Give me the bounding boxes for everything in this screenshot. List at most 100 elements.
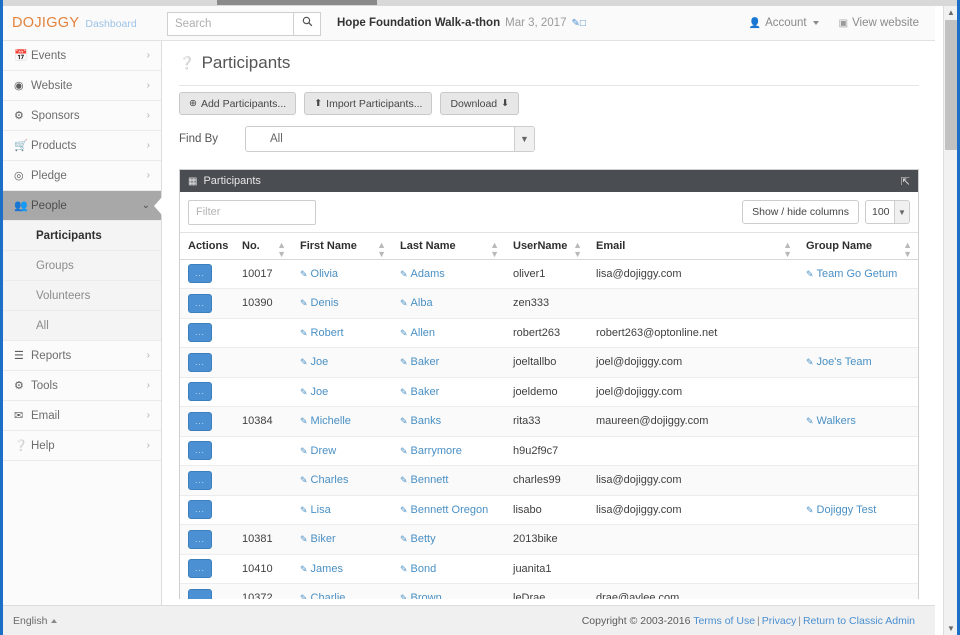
row-actions-button[interactable]: ... [188, 323, 212, 343]
download-button[interactable]: Download ⬇ [440, 92, 520, 115]
column-header-first-name[interactable]: First Name ▲ ▼ [292, 233, 392, 260]
sidebar-subitem-participants[interactable]: Participants [3, 221, 161, 251]
first-name-link[interactable]: ✎ Michelle [300, 415, 351, 427]
group-name-link[interactable]: ✎ Joe's Team [806, 356, 872, 368]
last-name-link[interactable]: ✎ Betty [400, 533, 436, 545]
row-actions-button[interactable]: ... [188, 441, 212, 461]
sort-icon[interactable]: ▲ ▼ [377, 241, 386, 259]
first-name-link[interactable]: ✎ Olivia [300, 268, 338, 280]
sidebar-item-pledge[interactable]: ◎ Pledge › [3, 161, 161, 191]
row-actions-button[interactable]: ... [188, 588, 212, 599]
sort-icon[interactable]: ▲ ▼ [277, 241, 286, 259]
scrollbar-thumb[interactable] [945, 20, 957, 150]
group-name-link[interactable]: ✎ Walkers [806, 415, 856, 427]
browser-tab[interactable] [217, 0, 377, 5]
search-button[interactable] [293, 12, 321, 36]
filter-input[interactable] [188, 199, 316, 225]
first-name-link[interactable]: ✎ Charlie [300, 592, 345, 599]
column-header-last-name[interactable]: Last Name ▲ ▼ [392, 233, 505, 260]
row-actions-button[interactable]: ... [188, 529, 212, 549]
first-name-link[interactable]: ✎ Denis [300, 297, 339, 309]
brand-logo[interactable]: DOJIGGY Dashboard [12, 15, 137, 31]
row-actions-button[interactable]: ... [188, 500, 212, 520]
sidebar-item-events[interactable]: 📅 Events › [3, 41, 161, 71]
row-actions-button[interactable]: ... [188, 411, 212, 431]
first-name-link[interactable]: ✎ Biker [300, 533, 336, 545]
participants-table-scroll[interactable]: Actions No. ▲▼ First Name ▲▼ Last Name [180, 232, 918, 599]
first-name-link[interactable]: ✎ Joe [300, 386, 328, 398]
edit-icon[interactable]: ✎□ [571, 18, 585, 29]
expand-icon[interactable]: ⇱ [901, 175, 910, 188]
table-row[interactable]: ... ✎ Charles ✎ Bennett charles99 lisa@dojiggy… [180, 465, 918, 496]
view-website-link[interactable]: ▣ View website [839, 17, 919, 29]
privacy-link[interactable]: Privacy [762, 615, 796, 627]
row-actions-button[interactable]: ... [188, 293, 212, 313]
page-scrollbar[interactable]: ▲ ▼ [943, 6, 957, 635]
scroll-down-arrow-icon[interactable]: ▼ [944, 622, 958, 635]
find-by-select[interactable]: All [245, 126, 535, 152]
sidebar-item-email[interactable]: ✉ Email › [3, 401, 161, 431]
find-by-dropdown[interactable]: All ▼ [245, 126, 535, 152]
sidebar-item-people[interactable]: 👥 People ⌄ [3, 191, 162, 221]
sidebar-item-reports[interactable]: ☰ Reports › [3, 341, 161, 371]
table-row[interactable]: ... ✎ Drew ✎ Barrymore h9u2f9c7 [180, 436, 918, 466]
page-size-dropdown[interactable]: 100 ▼ [865, 200, 910, 224]
last-name-link[interactable]: ✎ Bennett Oregon [400, 504, 488, 516]
search-input[interactable] [167, 12, 293, 36]
first-name-link[interactable]: ✎ Drew [300, 445, 336, 457]
table-row[interactable]: ... 10372 ✎ Charlie ✎ Brown leDrae drae@aylee.c… [180, 583, 918, 599]
account-menu[interactable]: 👤 Account [749, 17, 819, 29]
language-picker[interactable]: English [13, 615, 58, 627]
row-actions-button[interactable]: ... [188, 470, 212, 490]
import-participants-button[interactable]: ⬆ Import Participants... [304, 92, 433, 115]
table-row[interactable]: ... ✎ Joe ✎ Baker joeldemo joel@dojiggy.com [180, 377, 918, 407]
sidebar-item-tools[interactable]: ⚙ Tools › [3, 371, 161, 401]
sort-icon[interactable]: ▲ ▼ [573, 241, 582, 259]
last-name-link[interactable]: ✎ Baker [400, 386, 439, 398]
column-header-no[interactable]: No. ▲ ▼ [234, 233, 292, 260]
return-classic-admin-link[interactable]: Return to Classic Admin [803, 615, 915, 627]
sidebar-subitem-volunteers[interactable]: Volunteers [3, 281, 161, 311]
table-row[interactable]: ... ✎ Joe ✎ Baker joeltallbo joel@dojiggy.com ✎… [180, 347, 918, 378]
show-hide-columns-button[interactable]: Show / hide columns [742, 200, 859, 224]
row-actions-button[interactable]: ... [188, 352, 212, 372]
first-name-link[interactable]: ✎ Lisa [300, 504, 331, 516]
terms-of-use-link[interactable]: Terms of Use [693, 615, 755, 627]
table-row[interactable]: ... 10390 ✎ Denis ✎ Alba zen333 [180, 288, 918, 319]
last-name-link[interactable]: ✎ Baker [400, 356, 439, 368]
sidebar-item-website[interactable]: ◉ Website › [3, 71, 161, 101]
sidebar-item-sponsors[interactable]: ⚙ Sponsors › [3, 101, 161, 131]
table-row[interactable]: ... ✎ Robert ✎ Allen robert263 robert263@opton… [180, 318, 918, 348]
column-header-group-name[interactable]: Group Name ▲ ▼ [798, 233, 918, 260]
first-name-link[interactable]: ✎ Charles [300, 474, 348, 486]
last-name-link[interactable]: ✎ Alba [400, 297, 433, 309]
sort-icon[interactable]: ▲ ▼ [783, 241, 792, 259]
last-name-link[interactable]: ✎ Bond [400, 563, 436, 575]
scroll-up-arrow-icon[interactable]: ▲ [944, 6, 958, 19]
table-row[interactable]: ... 10410 ✎ James ✎ Bond juanita1 [180, 554, 918, 584]
sidebar-subitem-groups[interactable]: Groups [3, 251, 161, 281]
help-circle-icon[interactable]: ❔ [179, 56, 195, 71]
first-name-link[interactable]: ✎ Joe [300, 356, 328, 368]
sidebar-item-products[interactable]: 🛒 Products › [3, 131, 161, 161]
row-actions-button[interactable]: ... [188, 264, 212, 284]
last-name-link[interactable]: ✎ Barrymore [400, 445, 462, 457]
page-size-select[interactable]: 100 [865, 200, 910, 224]
row-actions-button[interactable]: ... [188, 559, 212, 579]
first-name-link[interactable]: ✎ James [300, 563, 343, 575]
last-name-link[interactable]: ✎ Adams [400, 268, 445, 280]
table-row[interactable]: ... 10017 ✎ Olivia ✎ Adams oliver1 lisa@dojiggy… [180, 259, 918, 289]
last-name-link[interactable]: ✎ Banks [400, 415, 441, 427]
sort-icon[interactable]: ▲ ▼ [903, 241, 912, 259]
last-name-link[interactable]: ✎ Allen [400, 327, 435, 339]
column-header-email[interactable]: Email ▲ ▼ [588, 233, 798, 260]
group-name-link[interactable]: ✎ Dojiggy Test [806, 504, 876, 516]
group-name-link[interactable]: ✎ Team Go Getum [806, 268, 897, 280]
row-actions-button[interactable]: ... [188, 382, 212, 402]
add-participants-button[interactable]: ⊕ Add Participants... [179, 92, 297, 115]
last-name-link[interactable]: ✎ Bennett [400, 474, 448, 486]
sort-icon[interactable]: ▲ ▼ [490, 241, 499, 259]
sidebar-item-help[interactable]: ❔ Help › [3, 431, 161, 461]
column-header-username[interactable]: UserName ▲ ▼ [505, 233, 588, 260]
first-name-link[interactable]: ✎ Robert [300, 327, 344, 339]
